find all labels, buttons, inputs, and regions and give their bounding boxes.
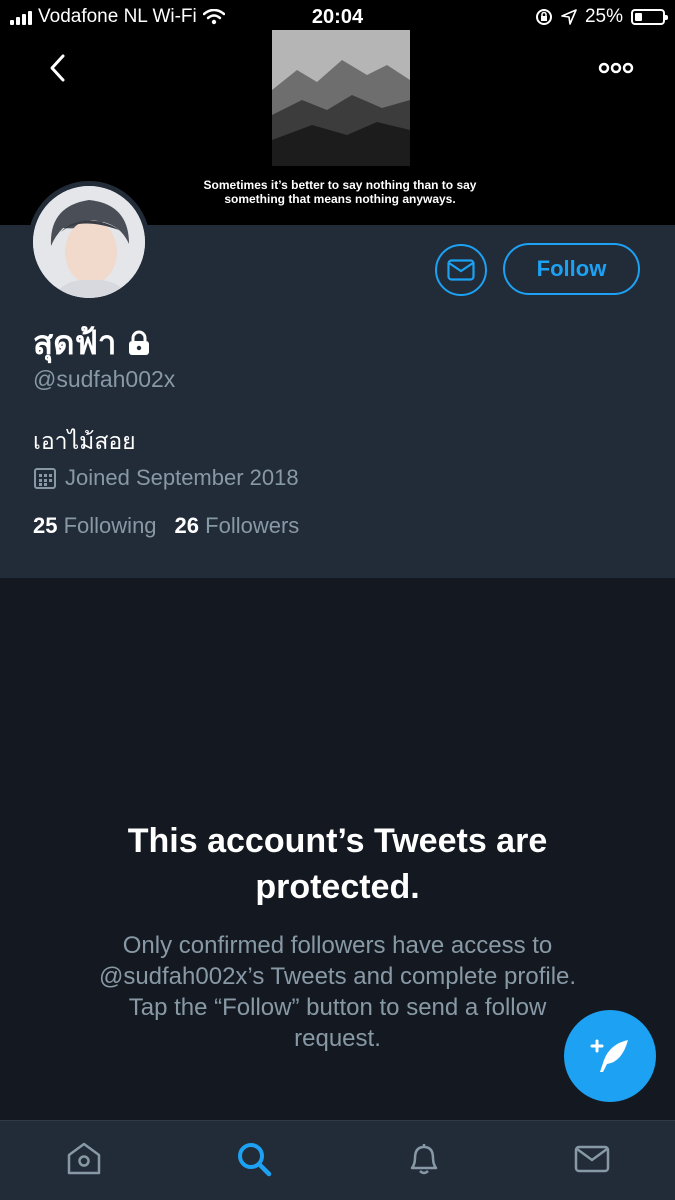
- notifications-icon: [410, 1144, 438, 1175]
- joined-date: Joined September 2018: [33, 465, 299, 491]
- protected-title: This account’s Tweets are protected.: [60, 818, 615, 910]
- protected-message-line: Tap the “Follow” button to send a follow: [128, 994, 547, 1021]
- messages-icon: [574, 1145, 610, 1173]
- followers-count: 26: [174, 513, 200, 538]
- tab-notifications[interactable]: [404, 1139, 444, 1179]
- home-icon: [67, 1142, 101, 1175]
- protected-title-line: protected.: [255, 868, 420, 906]
- banner-quote-line: Sometimes it’s better to say nothing tha…: [203, 178, 477, 192]
- followers-label: Followers: [205, 513, 300, 538]
- status-bar: Vodafone NL Wi-Fi 20:04 25%: [0, 0, 675, 36]
- lock-icon: [129, 330, 150, 355]
- back-button[interactable]: [40, 50, 76, 86]
- following-count: 25: [33, 513, 58, 538]
- tab-home[interactable]: [64, 1139, 104, 1179]
- protected-message: Only confirmed followers have access to …: [55, 930, 620, 1054]
- chevron-left-icon: [50, 54, 65, 82]
- more-options-button[interactable]: [596, 56, 636, 80]
- display-name: สุดฟ้า: [33, 316, 152, 369]
- status-right: 25%: [535, 6, 668, 28]
- battery-icon: [631, 9, 668, 25]
- profile-bio: เอาไม้สอย: [33, 428, 136, 454]
- calendar-icon: [34, 468, 56, 489]
- envelope-icon: [447, 259, 475, 281]
- banner-quote-line: something that means nothing anyways.: [224, 192, 456, 206]
- following-label: Following: [63, 513, 157, 538]
- protected-message-line: Only confirmed followers have access to: [122, 932, 553, 959]
- avatar-image: [33, 186, 145, 298]
- protected-title-line: This account’s Tweets are: [127, 822, 548, 860]
- message-button[interactable]: [435, 244, 487, 296]
- more-icon: [598, 62, 634, 74]
- follow-button[interactable]: Follow: [503, 243, 640, 295]
- protected-message-line: @sudfah002x’s Tweets and complete profil…: [98, 963, 577, 990]
- followers-link[interactable]: 26 Followers: [175, 513, 300, 539]
- tab-search[interactable]: [234, 1139, 274, 1179]
- profile-handle: @sudfah002x: [33, 366, 176, 392]
- battery-fill: [635, 13, 642, 21]
- banner-image: [272, 30, 410, 166]
- location-arrow-icon: [561, 9, 577, 25]
- avatar[interactable]: [28, 181, 150, 303]
- joined-text: Joined September 2018: [65, 465, 299, 490]
- tab-messages[interactable]: [572, 1139, 612, 1179]
- protected-message-line: request.: [294, 1025, 381, 1052]
- bottom-tab-bar: [0, 1120, 675, 1200]
- display-name-text: สุดฟ้า: [33, 324, 117, 361]
- banner-quote: Sometimes it’s better to say nothing tha…: [140, 178, 540, 206]
- battery-percent: 25%: [584, 6, 623, 27]
- rotation-lock-icon: [535, 9, 552, 25]
- search-icon: [238, 1143, 272, 1177]
- following-link[interactable]: 25 Following: [33, 513, 157, 539]
- compose-quill-icon: [590, 1039, 628, 1072]
- compose-tweet-button[interactable]: [564, 1010, 656, 1102]
- profile-stats: 25 Following 26 Followers: [33, 513, 299, 539]
